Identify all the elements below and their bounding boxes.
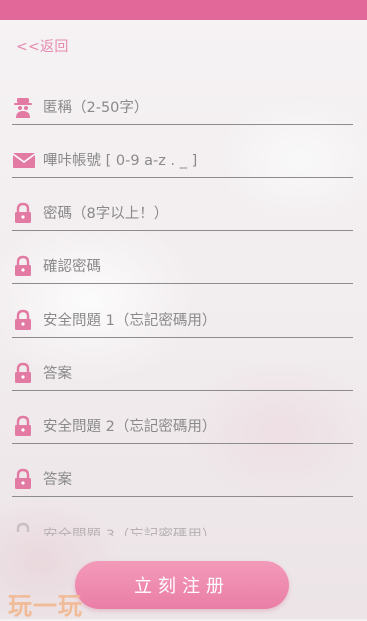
- lock-icon: [12, 202, 34, 224]
- answer-2-placeholder: 答案: [43, 472, 72, 488]
- top-status-bar: [0, 0, 367, 20]
- security-question-2-placeholder: 安全問題 2（忘記密碼用）: [43, 419, 217, 435]
- nickname-placeholder: 匿稱（2-50字）: [43, 100, 149, 116]
- register-now-button[interactable]: 立刻注册: [75, 561, 289, 609]
- password-placeholder: 密碼（8字以上！）: [43, 206, 169, 222]
- watermark: 玩一玩: [8, 592, 83, 620]
- lock-icon: [12, 309, 34, 331]
- account-field[interactable]: 嗶咔帳號 [ 0-9 a-z . _ ]: [12, 139, 353, 178]
- security-question-1-placeholder: 安全問題 1（忘記密碼用）: [43, 313, 217, 329]
- answer-2-field[interactable]: 答案: [12, 458, 353, 497]
- back-link[interactable]: <<返回: [16, 36, 69, 56]
- confirm-password-placeholder: 確認密碼: [43, 259, 101, 275]
- security-question-2-field[interactable]: 安全問題 2（忘記密碼用）: [12, 405, 353, 444]
- security-question-1-field[interactable]: 安全問題 1（忘記密碼用）: [12, 299, 353, 338]
- envelope-icon: [12, 149, 36, 171]
- security-question-3-placeholder: 安全問題 3（忘記密碼用）: [43, 528, 217, 536]
- answer-1-field[interactable]: 答案: [12, 352, 353, 391]
- security-question-3-field[interactable]: 安全問題 3（忘記密碼用）: [12, 522, 353, 536]
- lock-icon: [12, 255, 34, 277]
- answer-1-placeholder: 答案: [43, 366, 72, 382]
- lock-icon: [12, 468, 34, 490]
- nickname-field[interactable]: 匿稱（2-50字）: [12, 86, 353, 125]
- confirm-password-field[interactable]: 確認密碼: [12, 245, 353, 284]
- user-hat-icon: [12, 96, 34, 118]
- lock-icon: [12, 522, 34, 536]
- lock-icon: [12, 362, 34, 384]
- account-placeholder: 嗶咔帳號 [ 0-9 a-z . _ ]: [43, 153, 198, 169]
- lock-icon: [12, 415, 34, 437]
- password-field[interactable]: 密碼（8字以上！）: [12, 192, 353, 231]
